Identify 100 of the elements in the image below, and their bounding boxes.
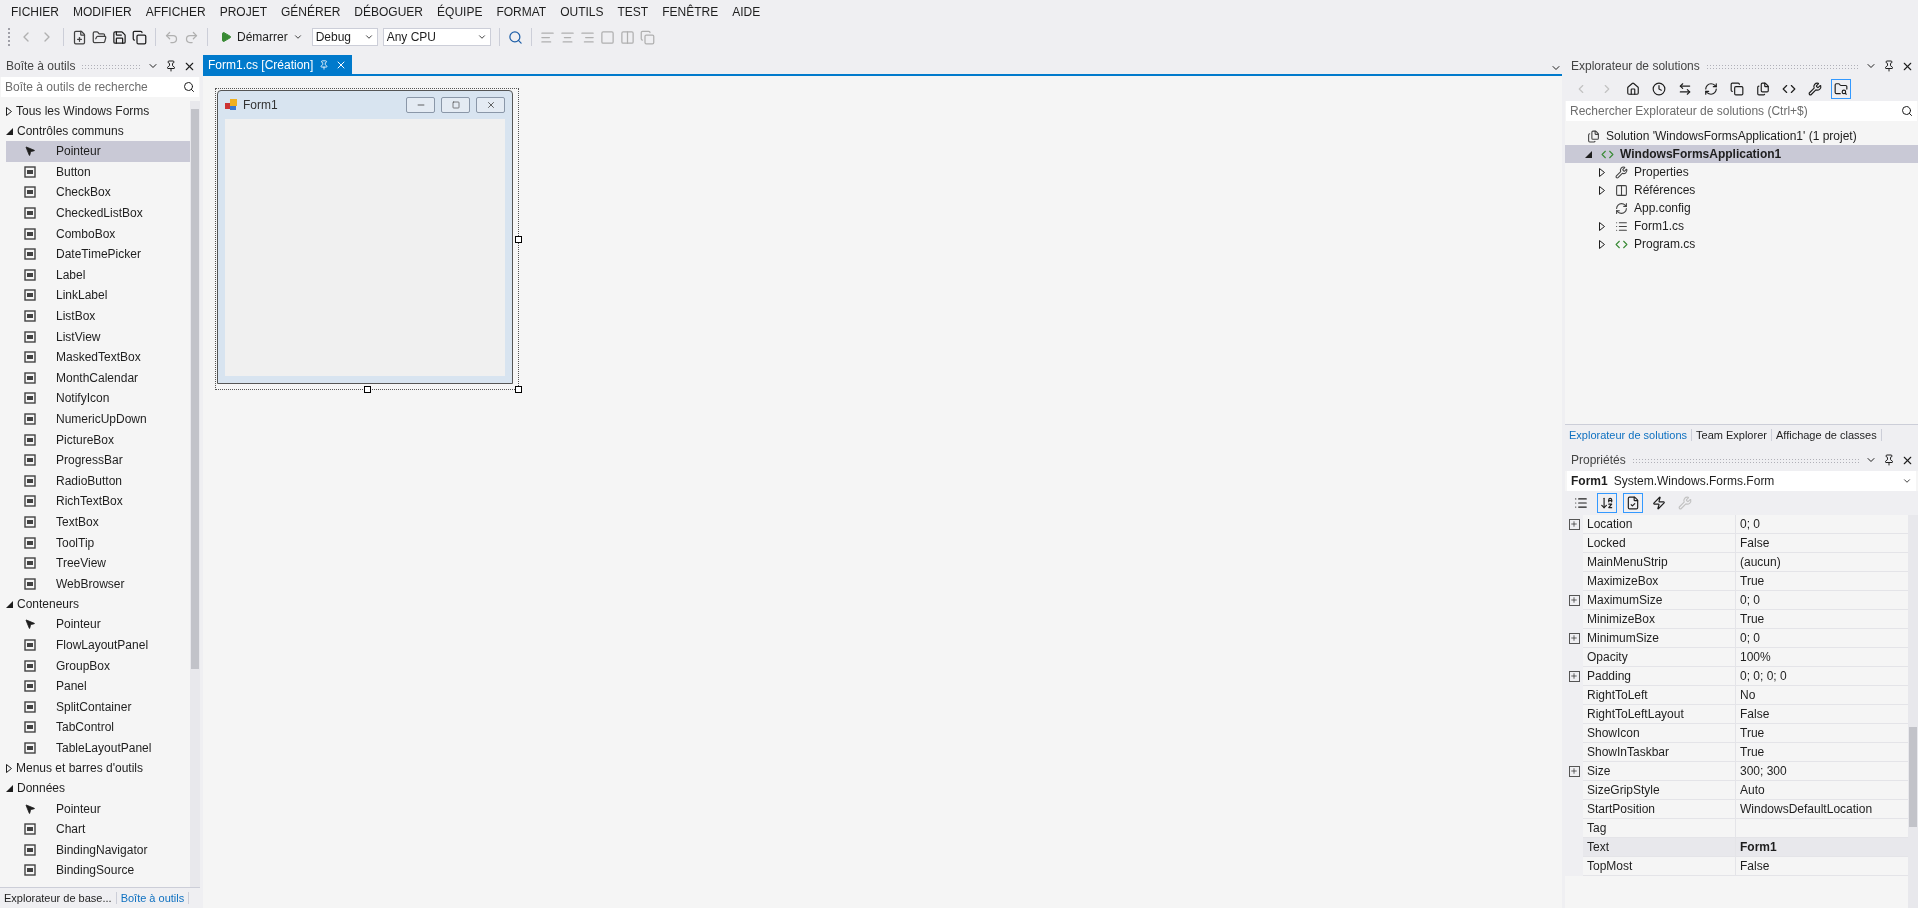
expand-icon[interactable] — [1568, 594, 1580, 606]
toolbox-item[interactable]: Button — [6, 161, 190, 183]
pin-icon[interactable] — [1883, 454, 1895, 466]
configuration-dropdown[interactable]: Debug — [311, 28, 378, 46]
search-field[interactable]: Boîte à outils de recherche — [1, 77, 199, 97]
toolbox-group[interactable]: Conteneurs — [6, 594, 190, 615]
property-value[interactable]: 0; 0; 0; 0 — [1735, 667, 1908, 686]
menu-item[interactable]: TEST — [610, 4, 656, 19]
tree-item[interactable]: WindowsFormsApplication1 — [1565, 145, 1918, 163]
tree-item[interactable]: Form1.cs — [1565, 217, 1918, 235]
toolbox-item[interactable]: Pointeur — [6, 141, 190, 162]
expand-icon[interactable] — [1568, 670, 1580, 682]
toolbox-item[interactable]: LinkLabel — [6, 285, 190, 306]
properties-icon[interactable] — [1623, 493, 1643, 513]
toolbox-item[interactable]: ProgressBar — [6, 449, 190, 471]
property-name[interactable]: Text — [1583, 838, 1735, 857]
property-value[interactable]: True — [1735, 743, 1908, 762]
find-icon[interactable] — [507, 29, 523, 45]
toolbox-item[interactable]: RichTextBox — [6, 491, 190, 512]
toolbox-item[interactable]: TableLayoutPanel — [6, 737, 190, 759]
toolbox-item[interactable]: TabControl — [6, 717, 190, 738]
property-value[interactable]: False — [1735, 534, 1908, 553]
toolbox-item[interactable]: Panel — [6, 675, 190, 697]
property-value[interactable]: WindowsDefaultLocation — [1735, 800, 1908, 819]
save-icon[interactable] — [112, 29, 127, 45]
expand-icon[interactable] — [1568, 765, 1580, 777]
panel-tab[interactable]: Boîte à outils — [116, 892, 190, 904]
toolbox-group[interactable]: Tous les Windows Forms — [6, 101, 190, 121]
toolbox-item[interactable]: ToolTip — [6, 532, 190, 553]
toolbox-item[interactable]: GroupBox — [6, 655, 190, 676]
property-value[interactable]: True — [1735, 610, 1908, 629]
toolbox-item[interactable]: CheckedListBox — [6, 202, 190, 224]
toolbox-item[interactable]: MaskedTextBox — [6, 346, 190, 368]
property-value[interactable]: False — [1735, 857, 1908, 876]
toolbox-item[interactable]: FlowLayoutPanel — [6, 634, 190, 656]
menu-item[interactable]: ÉQUIPE — [430, 4, 490, 19]
sort-alphabetical-icon[interactable] — [1597, 493, 1617, 513]
expand-icon[interactable] — [1568, 632, 1580, 644]
property-value[interactable]: 0; 0 — [1735, 515, 1908, 534]
menu-item[interactable]: PROJET — [212, 4, 274, 19]
toolbox-item[interactable]: BindingSource — [6, 860, 190, 881]
panel-tab[interactable]: Explorateur de base... — [0, 892, 117, 904]
property-value[interactable]: No — [1735, 686, 1908, 705]
toolbox-item[interactable]: ListView — [6, 326, 190, 347]
toolbox-group[interactable]: Menus et barres d'outils — [6, 758, 190, 779]
toolbox-item[interactable]: RadioButton — [6, 470, 190, 492]
tree-item[interactable]: App.config — [1565, 199, 1918, 217]
toolbox-item[interactable]: Pointeur — [6, 614, 190, 635]
property-value[interactable]: 0; 0 — [1735, 591, 1908, 610]
toolbox-item[interactable]: ListBox — [6, 305, 190, 327]
property-value[interactable]: True — [1735, 572, 1908, 591]
toolbox-item[interactable]: SplitContainer — [6, 696, 190, 718]
save-all-icon[interactable] — [132, 29, 147, 45]
menu-item[interactable]: MODIFIER — [66, 4, 139, 19]
menu-item[interactable]: FENÊTRE — [655, 4, 726, 19]
close-button[interactable] — [476, 97, 505, 113]
document-tab[interactable]: Form1.cs [Création] — [203, 55, 353, 74]
platform-dropdown[interactable]: Any CPU — [382, 28, 491, 46]
pin-icon[interactable] — [165, 60, 177, 72]
toolbox-item[interactable]: CheckBox — [6, 182, 190, 203]
toolbox-item[interactable]: TreeView — [6, 552, 190, 574]
new-project-icon[interactable] — [72, 29, 87, 45]
toolbox-item[interactable]: ComboBox — [6, 223, 190, 244]
object-selector[interactable]: Form1 System.Windows.Forms.Form — [1567, 471, 1916, 491]
property-value[interactable]: Form1 — [1735, 838, 1908, 857]
toolbox-item[interactable]: Pointeur — [6, 798, 190, 819]
resize-handle[interactable] — [364, 386, 371, 393]
panel-tab[interactable]: Explorateur de solutions — [1565, 429, 1692, 441]
panel-tab[interactable]: Team Explorer — [1692, 429, 1772, 441]
property-value[interactable]: 0; 0 — [1735, 629, 1908, 648]
menu-item[interactable]: DÉBOGUER — [347, 4, 431, 19]
toolbox-item[interactable]: Label — [6, 264, 190, 286]
toolbox-item[interactable]: NumericUpDown — [6, 408, 190, 430]
folder-search-icon[interactable] — [1831, 79, 1851, 99]
menu-item[interactable]: AIDE — [725, 4, 768, 19]
tree-item[interactable]: Properties — [1565, 163, 1918, 181]
toolbox-group[interactable]: Données — [6, 778, 190, 799]
toolbox-item[interactable]: MonthCalendar — [6, 367, 190, 389]
toolbox-item[interactable]: PictureBox — [6, 429, 190, 450]
property-value[interactable]: True — [1735, 724, 1908, 743]
tree-item[interactable]: Program.cs — [1565, 235, 1918, 253]
tree-item[interactable]: Références — [1565, 181, 1918, 199]
property-value[interactable]: Auto — [1735, 781, 1908, 800]
toolbox-item[interactable]: NotifyIcon — [6, 388, 190, 409]
toolbox-item[interactable]: BindingNavigator — [6, 839, 190, 860]
toolbox-item[interactable]: Chart — [6, 818, 190, 840]
expand-icon[interactable] — [1568, 518, 1580, 530]
toolbox-item[interactable]: DateTimePicker — [6, 243, 190, 265]
menu-item[interactable]: OUTILS — [553, 4, 611, 19]
menu-item[interactable]: AFFICHER — [138, 4, 213, 19]
start-button[interactable]: Démarrer — [216, 28, 307, 46]
property-value[interactable]: False — [1735, 705, 1908, 724]
panel-tab[interactable]: Affichage de classes — [1771, 429, 1882, 441]
menu-item[interactable]: FICHIER — [4, 4, 66, 19]
search-field[interactable]: Rechercher Explorateur de solutions (Ctrl+$) — [1566, 101, 1917, 121]
toolbox-item[interactable]: TextBox — [6, 511, 190, 533]
resize-handle[interactable] — [515, 236, 522, 243]
toolbox-item[interactable]: WebBrowser — [6, 573, 190, 595]
property-value[interactable]: 300; 300 — [1735, 762, 1908, 781]
property-value[interactable]: 100% — [1735, 648, 1908, 667]
